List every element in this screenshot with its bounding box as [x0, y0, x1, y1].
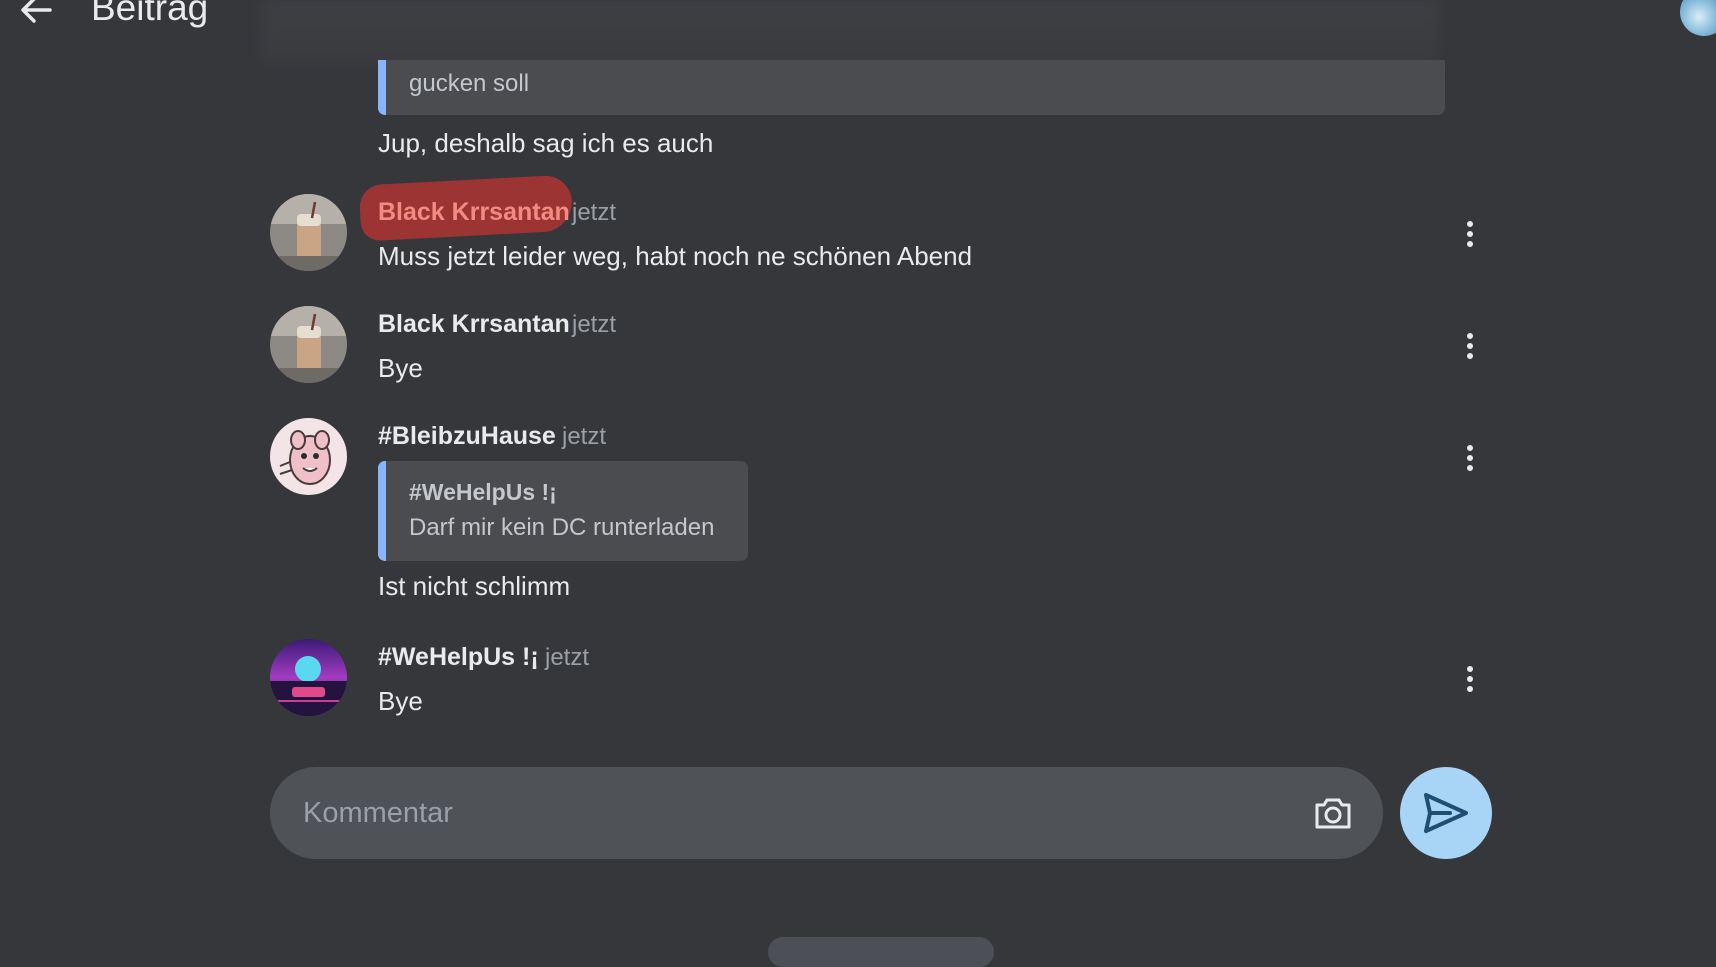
comment-item[interactable]: Black Krrsantan jetzt Bye: [270, 306, 1490, 386]
comment-text: Muss jetzt leider weg, habt noch ne schö…: [378, 241, 973, 271]
comment-time: jetzt: [562, 423, 607, 450]
avatar[interactable]: [270, 639, 347, 716]
more-vertical-icon: [1467, 445, 1473, 471]
quote-accent-bar: [378, 461, 386, 561]
quoted-message[interactable]: #WeHelpUs !¡ Darf mir kein DC runterlade…: [378, 461, 748, 561]
quoted-message[interactable]: gucken soll: [378, 60, 1445, 115]
comment-item[interactable]: #BleibzuHause jetzt #WeHelpUs !¡ Darf mi…: [270, 418, 1490, 608]
comment-text: Bye: [378, 686, 423, 716]
more-vertical-icon: [1467, 221, 1473, 247]
more-options-button[interactable]: [1450, 214, 1490, 254]
comment-input[interactable]: [301, 787, 1255, 839]
quoted-author: #WeHelpUs !¡: [409, 479, 557, 505]
avatar[interactable]: [270, 418, 347, 495]
send-icon: [1424, 793, 1468, 833]
avatar-cartoon-image: [270, 418, 347, 495]
avatar-drink-image: [270, 306, 347, 383]
comment-time: jetzt: [545, 644, 590, 671]
send-button[interactable]: [1400, 767, 1492, 859]
top-bar-blur: [260, 0, 1440, 66]
avatar-drink-image: [270, 194, 347, 271]
comment-time: jetzt: [572, 311, 617, 338]
comment-author[interactable]: #WeHelpUs !¡: [378, 643, 539, 672]
arrow-left-icon: [21, 0, 52, 23]
avatar[interactable]: [270, 306, 347, 383]
comment-item[interactable]: Black Krrsantan jetzt Muss jetzt leider …: [270, 174, 1490, 274]
comment-item[interactable]: #WeHelpUs !¡ jetzt Bye: [270, 639, 1490, 719]
navigation-handle[interactable]: [768, 937, 994, 967]
quote-accent-bar: [378, 60, 386, 115]
comment-text: Ist nicht schlimm: [378, 571, 571, 601]
more-vertical-icon: [1467, 666, 1473, 692]
camera-button[interactable]: [1311, 791, 1355, 835]
comment-author[interactable]: Black Krrsantan: [378, 198, 570, 227]
comment-text: Bye: [378, 353, 423, 383]
more-vertical-icon: [1467, 333, 1473, 359]
comment-author[interactable]: Black Krrsantan: [378, 310, 570, 339]
page-title: Beitrag: [91, 0, 209, 28]
camera-icon: [1315, 798, 1351, 829]
avatar-synthwave-image: [270, 639, 347, 716]
comment-composer: [270, 767, 1383, 859]
avatar[interactable]: [270, 194, 347, 271]
reply-text: Jup, deshalb sag ich es auch: [378, 128, 714, 158]
more-options-button[interactable]: [1450, 438, 1490, 478]
quoted-text: Darf mir kein DC runterladen: [409, 514, 715, 541]
more-options-button[interactable]: [1450, 326, 1490, 366]
comment-author[interactable]: #BleibzuHause: [378, 422, 556, 451]
more-options-button[interactable]: [1450, 659, 1490, 699]
quoted-text: gucken soll: [409, 70, 530, 97]
back-button[interactable]: [14, 0, 58, 32]
profile-avatar[interactable]: [1680, 0, 1716, 36]
comment-time: jetzt: [572, 199, 617, 226]
